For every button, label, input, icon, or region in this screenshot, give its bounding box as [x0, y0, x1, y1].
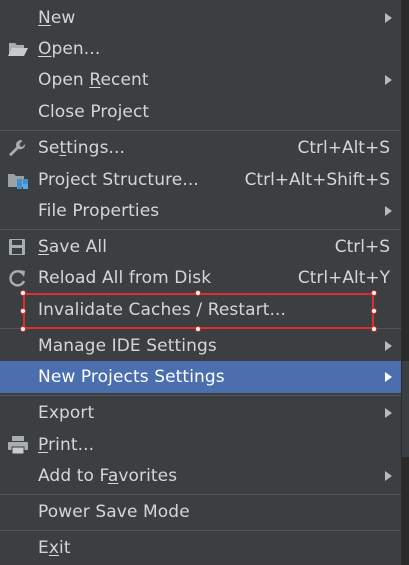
resize-handle[interactable] [371, 326, 377, 332]
scrollbar[interactable] [401, 0, 409, 565]
menu-item-new[interactable]: New [0, 2, 401, 34]
reload-icon [7, 268, 29, 288]
menu-item-shortcut: Ctrl+Alt+Y [297, 268, 390, 288]
submenu-arrow-icon [385, 13, 392, 23]
submenu-arrow-icon [385, 206, 392, 216]
menu-separator [0, 494, 401, 495]
wrench-icon [7, 138, 29, 158]
menu-item-label: Open... [38, 39, 101, 59]
menu-item-label: Save All [38, 237, 108, 257]
menu-item-label: Add to Favorites [38, 466, 178, 486]
file-menu: New Open... Open Recent Close Project Se… [0, 0, 409, 565]
menu-item-open[interactable]: Open... [0, 33, 401, 65]
resize-handle[interactable] [371, 308, 377, 314]
menu-item-label: Reload All from Disk [38, 268, 212, 288]
resize-handle[interactable] [20, 326, 26, 332]
resize-handle[interactable] [195, 290, 201, 296]
submenu-arrow-icon [385, 341, 392, 351]
submenu-arrow-icon [385, 408, 392, 418]
save-icon [7, 237, 29, 257]
menu-item-label: New [38, 8, 76, 28]
menu-item-label: Open Recent [38, 70, 149, 90]
menu-item-shortcut: Ctrl+Alt+Shift+S [244, 170, 390, 190]
menu-separator [0, 229, 401, 230]
submenu-arrow-icon [385, 75, 392, 85]
menu-item-new-projects-settings[interactable]: New Projects Settings [0, 361, 401, 393]
menu-item-label: File Properties [38, 201, 160, 221]
menu-item-manage-ide-settings[interactable]: Manage IDE Settings [0, 330, 401, 362]
menu-item-export[interactable]: Export [0, 397, 401, 429]
menu-separator [0, 395, 401, 396]
menu-item-settings[interactable]: Settings... Ctrl+Alt+S [0, 132, 401, 164]
menu-item-label: Manage IDE Settings [38, 336, 217, 356]
folder-open-icon [7, 39, 29, 59]
menu-item-save-all[interactable]: Save All Ctrl+S [0, 231, 401, 263]
menu-item-label: Print... [38, 435, 95, 455]
menu-item-print[interactable]: Print... [0, 429, 401, 461]
menu-item-exit[interactable]: Exit [0, 532, 401, 564]
resize-handle[interactable] [195, 326, 201, 332]
resize-handle[interactable] [20, 290, 26, 296]
submenu-arrow-icon [385, 372, 392, 382]
menu-item-label: Project Structure... [38, 170, 199, 190]
submenu-arrow-icon [385, 471, 392, 481]
print-icon [7, 435, 29, 455]
annotation-highlight-box [23, 293, 374, 329]
menu-item-label: Close Project [38, 102, 150, 122]
scrollbar-thumb[interactable] [402, 361, 409, 457]
menu-item-open-recent[interactable]: Open Recent [0, 64, 401, 96]
menu-item-close-project[interactable]: Close Project [0, 96, 401, 128]
menu-item-project-structure[interactable]: Project Structure... Ctrl+Alt+Shift+S [0, 164, 401, 196]
menu-item-reload-all[interactable]: Reload All from Disk Ctrl+Alt+Y [0, 262, 401, 294]
menu-item-file-properties[interactable]: File Properties [0, 195, 401, 227]
menu-separator [0, 130, 401, 131]
menu-item-add-to-favorites[interactable]: Add to Favorites [0, 460, 401, 492]
resize-handle[interactable] [371, 290, 377, 296]
resize-handle[interactable] [20, 308, 26, 314]
menu-separator [0, 530, 401, 531]
menu-item-label: Power Save Mode [38, 502, 190, 522]
menu-item-shortcut: Ctrl+S [334, 237, 390, 257]
project-structure-icon [7, 170, 29, 190]
menu-item-shortcut: Ctrl+Alt+S [297, 138, 390, 158]
menu-item-label: Export [38, 403, 95, 423]
menu-item-label: New Projects Settings [38, 367, 225, 387]
menu-item-label: Settings... [38, 138, 126, 158]
menu-item-power-save-mode[interactable]: Power Save Mode [0, 496, 401, 528]
menu-item-label: Exit [38, 538, 71, 558]
